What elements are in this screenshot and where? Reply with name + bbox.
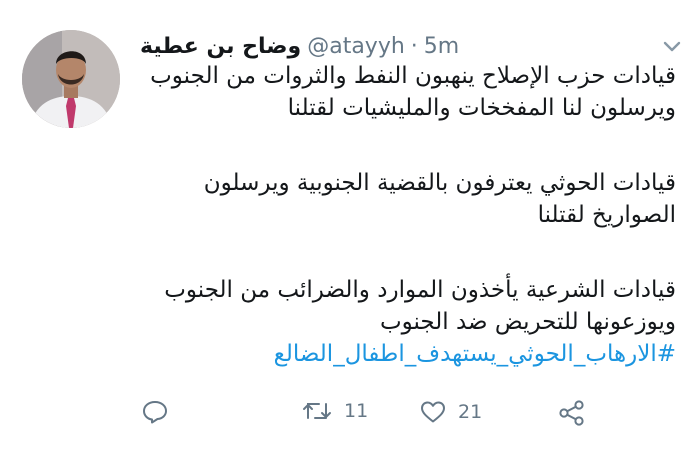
chevron-down-icon <box>663 41 681 52</box>
tweet-body: قيادات حزب الإصلاح ينهبون النفط والثروات… <box>140 60 676 370</box>
retweet-icon <box>303 403 331 419</box>
author-handle[interactable]: @atayyh <box>307 34 405 59</box>
retweet-count: 11 <box>344 400 369 422</box>
tweet-paragraph: قيادات الحوثي يعترفون بالقضية الجنوبية و… <box>140 167 676 231</box>
like-button[interactable]: 21 <box>420 400 482 424</box>
tweet-text-line: الصواريخ لقتلنا <box>537 202 676 228</box>
tweet-text-line: قيادات حزب الإصلاح ينهبون النفط والثروات… <box>150 63 676 89</box>
avatar[interactable] <box>22 30 120 128</box>
like-count: 21 <box>458 401 483 423</box>
tweet[interactable]: وضاح بن عطية @atayyh · 5m قيادات حزب الإ… <box>0 0 700 460</box>
heart-icon <box>421 401 445 423</box>
retweet-button[interactable]: 11 <box>302 400 368 422</box>
separator-dot: · <box>410 33 418 59</box>
tweet-text-line: ويرسلون لنا المفخخات والمليشيات لقتلنا <box>287 95 676 121</box>
tweet-header: وضاح بن عطية @atayyh · 5m <box>140 30 459 62</box>
tweet-actions: 11 21 <box>0 388 700 436</box>
tweet-paragraph: قيادات حزب الإصلاح ينهبون النفط والثروات… <box>140 60 676 124</box>
share-button[interactable] <box>558 400 586 426</box>
tweet-menu-button[interactable] <box>660 38 684 56</box>
tweet-timestamp[interactable]: 5m <box>424 34 459 59</box>
author-display-name[interactable]: وضاح بن عطية <box>140 34 301 59</box>
tweet-paragraph: قيادات الشرعية يأخذون الموارد والضرائب م… <box>140 274 676 338</box>
tweet-text-line: قيادات الحوثي يعترفون بالقضية الجنوبية و… <box>203 170 676 196</box>
tweet-text-line: قيادات الشرعية يأخذون الموارد والضرائب م… <box>164 277 676 303</box>
hashtag-link[interactable]: #الارهاب_الحوثي_يستهدف_اطفال_الضالع <box>140 338 676 370</box>
reply-button[interactable] <box>142 400 180 424</box>
tweet-text-line: ويوزعونها للتحريض ضد الجنوب <box>379 309 676 335</box>
reply-icon <box>143 401 167 424</box>
share-icon <box>559 400 584 426</box>
